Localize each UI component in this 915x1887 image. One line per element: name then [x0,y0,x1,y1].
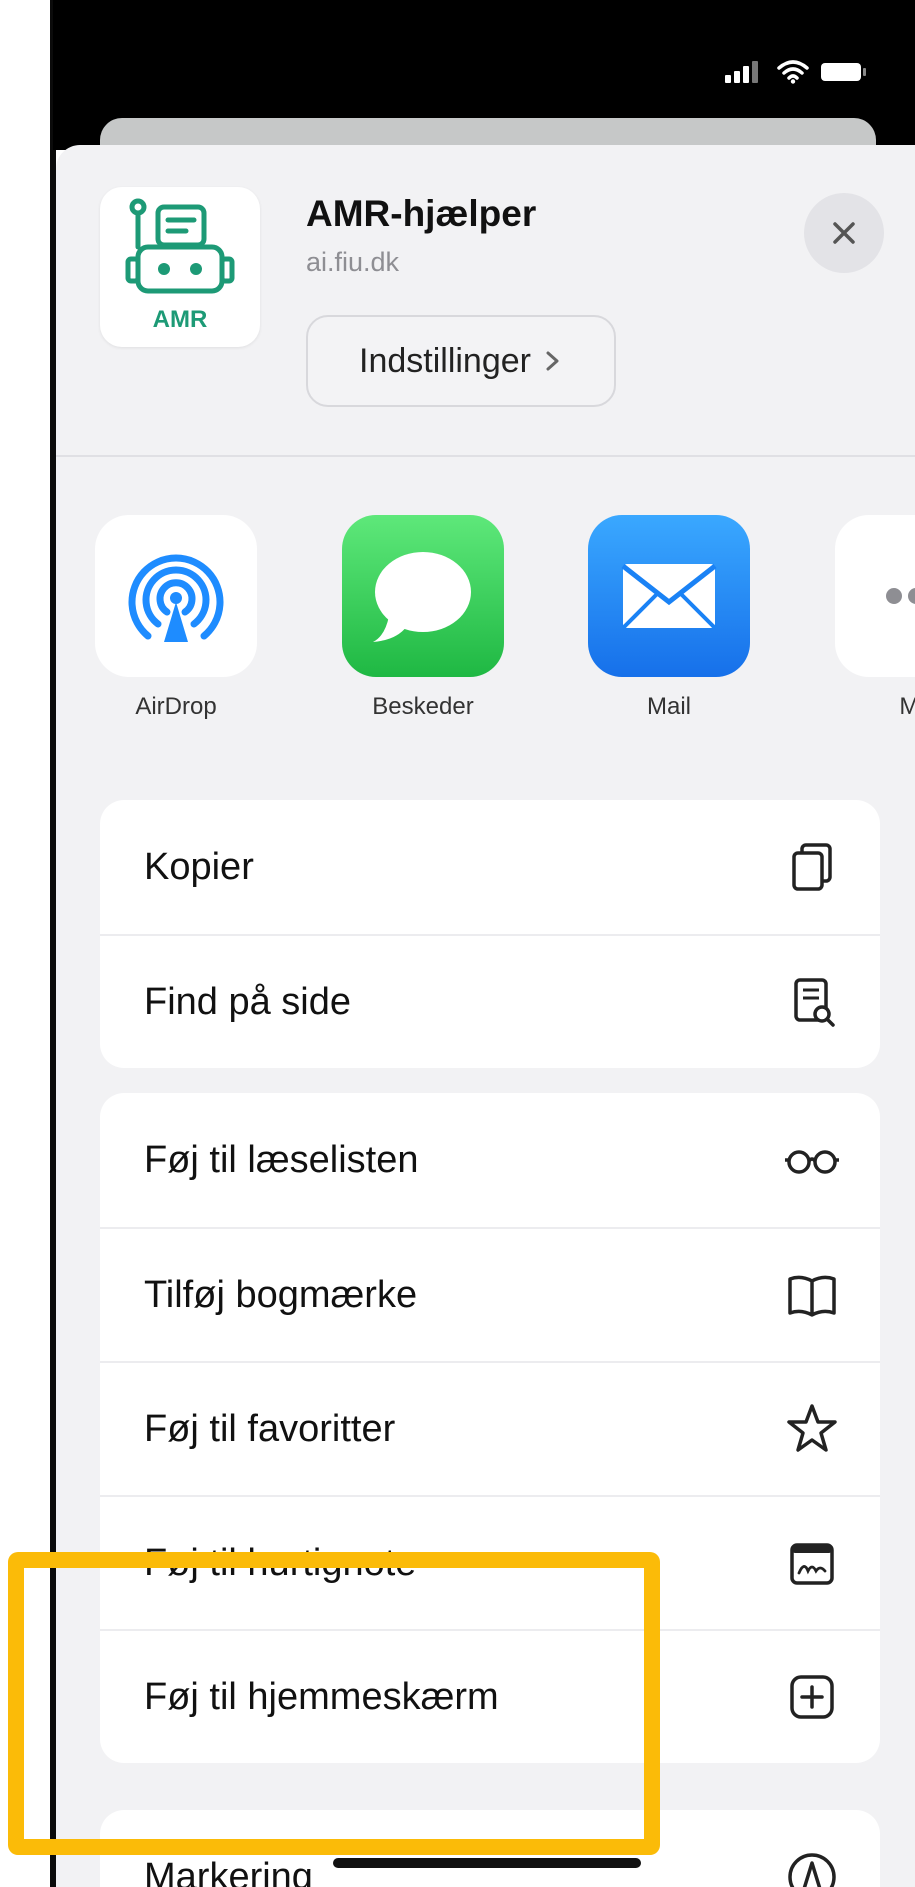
settings-button[interactable]: Indstillinger [306,315,616,407]
airdrop-icon [95,515,257,677]
action-label: Kopier [144,845,254,888]
signal-icon [725,61,758,83]
book-icon [784,1267,840,1323]
action-label: Tilføj bogmærke [144,1273,418,1316]
share-target-mail[interactable]: Mail [584,515,754,721]
action-add-bookmark[interactable]: Tilføj bogmærke [100,1227,880,1361]
action-add-to-home-screen[interactable]: Føj til hjemmeskærm [100,1629,880,1763]
app-icon: AMR [100,187,260,347]
home-indicator [333,1858,641,1868]
copy-icon [784,839,840,895]
battery-icon [821,63,866,81]
action-label: Føj til hjemmeskærm [144,1675,499,1718]
mail-icon [588,515,750,677]
action-label: Markering [144,1855,313,1887]
share-targets-row: AirDrop Beskeder Mail M [56,515,915,720]
action-label: Føj til læselisten [144,1138,419,1181]
close-button[interactable] [804,193,884,273]
actions-group-3: Markering [100,1810,880,1887]
quick-note-icon [784,1535,840,1591]
share-target-messages[interactable]: Beskeder [338,515,508,721]
more-icon [835,515,915,677]
status-icons [725,60,867,84]
header-divider [56,455,915,457]
glasses-icon [784,1132,840,1188]
actions-group-1: Kopier Find på side [100,800,880,1068]
action-add-to-favorites[interactable]: Føj til favoritter [100,1361,880,1495]
share-target-airdrop[interactable]: AirDrop [91,515,261,721]
share-target-label: AirDrop [135,693,217,720]
action-add-to-quick-note[interactable]: Føj til hurtignote [100,1495,880,1629]
messages-icon [342,515,504,677]
add-square-icon [784,1669,840,1725]
settings-button-label: Indstillinger [359,341,531,380]
markup-icon [784,1849,840,1887]
action-label: Føj til hurtignote [144,1541,417,1584]
action-label: Find på side [144,980,352,1023]
actions-group-2: Føj til læselisten Tilføj bogmærke Føj t… [100,1093,880,1763]
share-target-label: Me [899,693,915,720]
share-target-more[interactable]: Me [831,515,915,721]
close-icon [833,222,855,244]
chevron-right-icon [546,351,559,371]
action-label: Føj til favoritter [144,1407,396,1450]
star-icon [784,1401,840,1457]
app-title: AMR-hjælper [306,193,537,234]
action-add-to-reading-list[interactable]: Føj til læselisten [100,1093,880,1227]
share-target-label: Beskeder [372,693,474,720]
share-sheet: AMR AMR-hjælper ai.fiu.dk Indstillinger [56,145,915,1887]
app-icon-text: AMR [153,306,208,333]
find-on-page-icon [784,974,840,1030]
robot-icon: AMR [125,198,235,333]
action-markup[interactable]: Markering [100,1810,880,1887]
app-url: ai.fiu.dk [306,247,400,277]
action-copy[interactable]: Kopier [100,800,880,934]
share-target-label: Mail [646,693,691,720]
wifi-icon [777,60,809,84]
action-find-on-page[interactable]: Find på side [100,934,880,1068]
